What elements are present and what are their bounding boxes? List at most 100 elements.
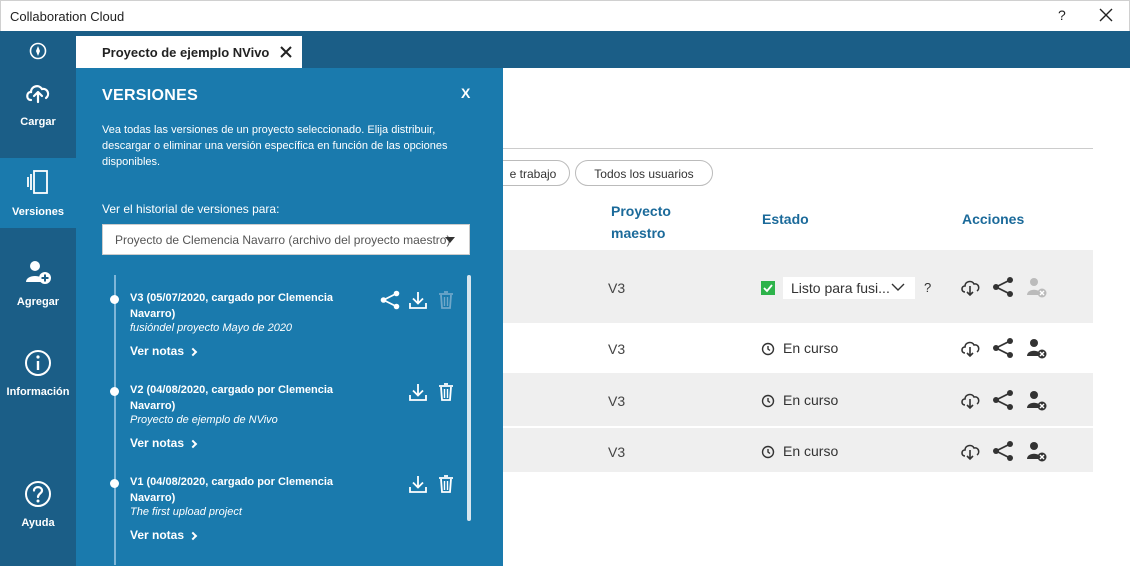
download-icon[interactable]: [408, 382, 428, 402]
timeline-dot: [110, 479, 119, 488]
version-title: V3 (05/07/2020, cargado por Clemencia Na…: [130, 292, 333, 320]
delete-icon[interactable]: [436, 382, 456, 402]
status-dropdown-value: Listo para fusi...: [791, 280, 890, 296]
sidebar-label: Información: [6, 386, 70, 398]
filter-pill-users[interactable]: Todos los usuarios: [575, 160, 713, 186]
divider: [503, 148, 1093, 149]
version-description: fusióndel proyecto Mayo de 2020: [130, 322, 293, 334]
app-logo-icon[interactable]: [29, 42, 47, 60]
header-line: maestro: [611, 225, 666, 241]
status-dropdown[interactable]: Listo para fusi...: [783, 277, 915, 299]
project-select[interactable]: Proyecto de Clemencia Navarro (archivo d…: [102, 224, 470, 255]
add-user-icon: [26, 261, 51, 284]
history-label: Ver el historial de versiones para:: [102, 202, 280, 216]
sidebar-label: Ayuda: [21, 517, 55, 529]
window-titlebar: Collaboration Cloud ?: [0, 0, 1130, 31]
column-header-actions: Acciones: [962, 211, 1025, 227]
chevron-right-icon: [188, 439, 198, 449]
clock-icon: [761, 343, 775, 356]
table-row: V3 Listo para fusi... ?: [503, 250, 1093, 323]
version-title: V1 (04/08/2020, cargado por Clemencia Na…: [130, 476, 333, 504]
version-item: V2 (04/08/2020, cargado por Clemencia Na…: [106, 382, 466, 472]
view-notes-label: Ver notas: [130, 436, 185, 450]
view-notes-label: Ver notas: [130, 344, 185, 358]
sidebar-label: Cargar: [20, 116, 56, 128]
master-version: V3: [608, 444, 626, 460]
caret-down-icon: [445, 237, 455, 243]
scrollbar[interactable]: [467, 275, 471, 521]
share-icon[interactable]: [992, 337, 1014, 359]
master-version: V3: [608, 280, 626, 296]
share-icon[interactable]: [992, 276, 1014, 298]
cloud-download-icon[interactable]: [959, 440, 981, 462]
timeline-dot: [110, 295, 119, 304]
share-icon[interactable]: [992, 440, 1014, 462]
sidebar: Cargar Versiones Agregar Información Ayu…: [0, 31, 76, 566]
status-in-progress: En curso: [761, 392, 838, 408]
status-ready: Listo para fusi... ?: [761, 277, 931, 299]
timeline-dot: [110, 387, 119, 396]
sidebar-label: Versiones: [12, 206, 64, 218]
close-tab-icon[interactable]: [280, 46, 292, 58]
info-icon: [25, 350, 51, 376]
tab-label: Proyecto de ejemplo NVivo: [102, 45, 270, 60]
status-help[interactable]: ?: [924, 280, 931, 295]
sidebar-item-informacion[interactable]: Información: [0, 338, 76, 408]
cloud-upload-icon: [26, 85, 50, 104]
sidebar-item-cargar[interactable]: Cargar: [0, 68, 76, 138]
help-icon: [25, 481, 51, 507]
cloud-download-icon[interactable]: [959, 389, 981, 411]
clock-icon: [761, 395, 775, 408]
ready-check-icon: [761, 281, 775, 295]
project-select-value: Proyecto de Clemencia Navarro (archivo d…: [115, 233, 451, 247]
share-icon[interactable]: [992, 389, 1014, 411]
sidebar-item-ayuda[interactable]: Ayuda: [0, 469, 76, 539]
table-row: V3 En curso: [503, 373, 1093, 426]
remove-user-icon[interactable]: [1025, 276, 1047, 298]
window-title: Collaboration Cloud: [10, 9, 125, 24]
panel-title: VERSIONES: [102, 87, 199, 104]
column-header-status: Estado: [762, 211, 809, 227]
remove-user-icon[interactable]: [1025, 337, 1047, 359]
master-version: V3: [608, 341, 626, 357]
status-text: En curso: [783, 340, 839, 356]
remove-user-icon[interactable]: [1025, 440, 1047, 462]
view-notes-link[interactable]: Ver notas: [130, 344, 198, 358]
version-item: V1 (04/08/2020, cargado por Clemencia Na…: [106, 474, 466, 564]
versions-panel: VERSIONES X Vea todas las versiones de u…: [76, 68, 503, 566]
sidebar-item-agregar[interactable]: Agregar: [0, 248, 76, 318]
top-bar: Proyecto de ejemplo NVivo: [0, 31, 1130, 68]
status-text: En curso: [783, 392, 839, 408]
chevron-right-icon: [188, 531, 198, 541]
view-notes-link[interactable]: Ver notas: [130, 436, 198, 450]
help-button[interactable]: ?: [1058, 7, 1066, 23]
version-description: Proyecto de ejemplo de NVivo: [130, 414, 278, 426]
cloud-download-icon[interactable]: [959, 276, 981, 298]
header-line: Proyecto: [611, 203, 671, 219]
status-text: En curso: [783, 443, 839, 459]
table-row: V3 En curso: [503, 428, 1093, 472]
delete-icon: [439, 291, 453, 309]
sidebar-item-versiones[interactable]: Versiones: [0, 158, 76, 228]
delete-icon[interactable]: [436, 474, 456, 494]
panel-description: Vea todas las versiones de un proyecto s…: [102, 124, 448, 168]
tab-project[interactable]: Proyecto de ejemplo NVivo: [76, 36, 302, 68]
version-title: V2 (04/08/2020, cargado por Clemencia Na…: [130, 384, 333, 412]
chevron-right-icon: [188, 347, 198, 357]
column-header-master: Proyecto maestro: [611, 200, 671, 244]
versions-icon: [27, 170, 48, 194]
chevron-down-icon: [891, 283, 905, 291]
view-notes-label: Ver notas: [130, 528, 185, 542]
download-icon[interactable]: [408, 474, 428, 494]
share-icon[interactable]: [380, 290, 400, 310]
cloud-download-icon[interactable]: [959, 337, 981, 359]
view-notes-link[interactable]: Ver notas: [130, 528, 198, 542]
close-panel-button[interactable]: X: [461, 85, 470, 101]
version-description: The first upload project: [130, 506, 242, 518]
remove-user-icon[interactable]: [1025, 389, 1047, 411]
close-window-icon[interactable]: [1099, 8, 1113, 22]
clock-icon: [761, 446, 775, 459]
master-version: V3: [608, 393, 626, 409]
download-icon[interactable]: [408, 290, 428, 310]
table-row: V3 En curso: [503, 323, 1093, 373]
